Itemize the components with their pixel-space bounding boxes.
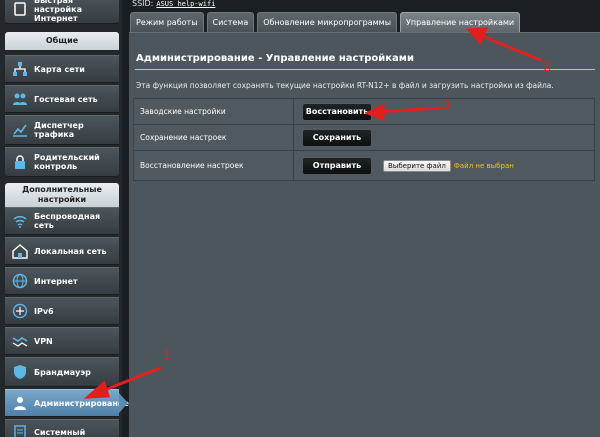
- file-status-text: Файл не выбран: [453, 161, 514, 170]
- table-row: Восстановление настроек Отправить Выбери…: [134, 151, 594, 180]
- sidebar-item-vpn[interactable]: VPN: [5, 327, 119, 355]
- tab-firmware-upgrade[interactable]: Обновление микропрограммы: [257, 12, 398, 32]
- tab-bar: Режим работы Система Обновление микропро…: [130, 12, 523, 32]
- row-label-factory-default: Заводские настройки: [134, 99, 294, 124]
- sidebar-item-ipv6[interactable]: IPv6: [5, 297, 119, 325]
- row-label-restore-settings: Восстановление настроек: [134, 151, 294, 180]
- guest-network-icon: [10, 89, 30, 109]
- sidebar-item-label: Родительский контроль: [34, 153, 100, 171]
- settings-table: Заводские настройки Восстановить Сохране…: [133, 98, 595, 181]
- annotation-number-3: 3: [442, 98, 451, 113]
- sidebar: Быстрая настройка Интернет Общие Карта с…: [0, 0, 129, 437]
- admin-icon: [10, 393, 30, 413]
- sidebar-section-general: Общие: [5, 32, 119, 50]
- sidebar-item-label: Интернет: [34, 276, 78, 286]
- sidebar-item-label: Беспроводная сеть: [34, 212, 101, 230]
- traffic-manager-icon: [10, 120, 30, 140]
- sidebar-item-label: Локальная сеть: [34, 246, 107, 256]
- wireless-icon: [10, 211, 30, 231]
- sidebar-item-administration[interactable]: Администрирование: [5, 389, 129, 417]
- sidebar-item-label: Администрирование: [34, 398, 129, 408]
- network-map-icon: [10, 59, 30, 79]
- title-divider: [135, 69, 595, 70]
- ssid-value[interactable]: ASUS_help-wifi: [156, 0, 215, 8]
- sidebar-item-parental-control[interactable]: Родительский контроль: [5, 147, 119, 177]
- row-label-save-settings: Сохранение настроек: [134, 125, 294, 150]
- firewall-icon: [10, 362, 30, 382]
- upload-settings-button[interactable]: Отправить: [302, 156, 372, 175]
- annotation-number-2: 2: [543, 60, 552, 75]
- active-item-pointer: [119, 393, 128, 413]
- ssid-bar: SSID: ASUS_help-wifi: [122, 0, 600, 10]
- sidebar-item-guest-network[interactable]: Гостевая сеть: [5, 85, 119, 113]
- table-row: Сохранение настроек Сохранить: [134, 125, 594, 151]
- sidebar-item-firewall[interactable]: Брандмауэр: [5, 357, 119, 387]
- system-log-icon: [10, 422, 30, 437]
- sidebar-item-wireless[interactable]: Беспроводная сеть: [5, 207, 119, 235]
- tab-system[interactable]: Система: [206, 12, 255, 32]
- sidebar-item-system-log[interactable]: Системный: [5, 419, 119, 437]
- table-row: Заводские настройки Восстановить: [134, 99, 594, 125]
- sidebar-item-lan[interactable]: Локальная сеть: [5, 237, 119, 265]
- sidebar-item-label: Карта сети: [34, 64, 85, 74]
- content-panel: Администрирование - Управление настройка…: [129, 32, 600, 437]
- page-description: Эта функция позволяет сохранять текущие …: [136, 81, 554, 90]
- parental-control-icon: [10, 152, 30, 172]
- sidebar-item-label: VPN: [34, 336, 53, 346]
- choose-file-button[interactable]: Выберите файл: [383, 159, 451, 172]
- ssid-label: SSID:: [132, 0, 154, 8]
- globe-icon: [10, 271, 30, 291]
- ipv6-icon: [10, 301, 30, 321]
- sidebar-item-label: Быстрая настройка Интернет: [34, 0, 82, 23]
- sidebar-item-network-map[interactable]: Карта сети: [5, 55, 119, 83]
- page-title: Администрирование - Управление настройка…: [136, 53, 414, 64]
- sidebar-item-label: Брандмауэр: [34, 367, 91, 377]
- vpn-icon: [10, 331, 30, 351]
- save-settings-button[interactable]: Сохранить: [302, 128, 372, 147]
- tab-settings-management[interactable]: Управление настройками: [400, 12, 521, 32]
- quick-setup-icon: [10, 0, 30, 19]
- annotation-number-1: 1: [163, 348, 172, 363]
- sidebar-item-internet[interactable]: Интернет: [5, 267, 119, 295]
- sidebar-item-quick-setup[interactable]: Быстрая настройка Интернет: [5, 0, 119, 24]
- lan-icon: [10, 241, 30, 261]
- sidebar-item-traffic-manager[interactable]: Диспетчер трафика: [5, 115, 119, 145]
- sidebar-item-label: Гостевая сеть: [34, 94, 98, 104]
- sidebar-item-label: Диспетчер трафика: [34, 121, 84, 139]
- sidebar-section-advanced: Дополнительные настройки: [5, 183, 119, 207]
- tab-operation-mode[interactable]: Режим работы: [130, 12, 204, 32]
- restore-default-button[interactable]: Восстановить: [302, 102, 372, 121]
- sidebar-item-label: Системный: [34, 427, 86, 437]
- sidebar-item-label: IPv6: [34, 306, 54, 316]
